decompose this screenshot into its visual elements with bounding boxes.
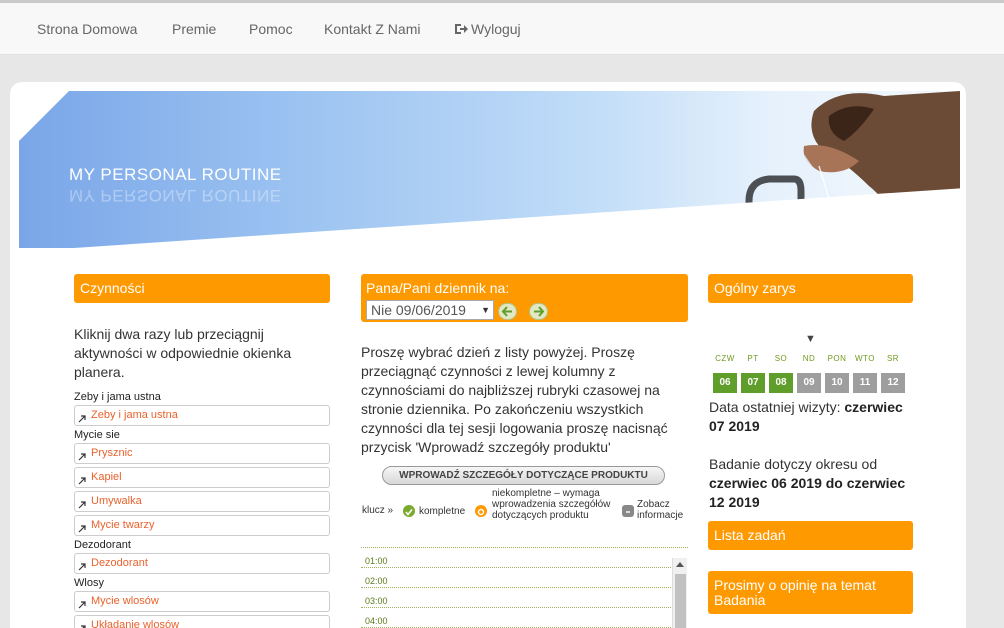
timeline-scrollbar[interactable] xyxy=(672,558,687,628)
complete-check-icon xyxy=(403,505,415,517)
logout-icon xyxy=(455,24,468,34)
activity-item-shower[interactable]: Prysznic xyxy=(74,443,330,464)
date-select[interactable]: Nie 09/06/2019 ▼ xyxy=(366,300,494,320)
activity-label: Mycie wlosów xyxy=(91,595,159,607)
legend-complete-label: kompletne xyxy=(419,506,466,517)
drag-arrow-icon xyxy=(78,415,86,423)
prev-day-button[interactable] xyxy=(498,303,517,320)
drag-arrow-icon xyxy=(78,453,86,461)
activity-item-washbasin[interactable]: Umywalka xyxy=(74,491,330,512)
overview-header: Ogólny zarys xyxy=(708,274,913,303)
day-box[interactable]: 06 xyxy=(713,373,737,393)
study-period-value: czerwiec 06 2019 do czerwiec 12 2019 xyxy=(709,475,906,510)
time-slot[interactable]: 02:00 xyxy=(361,568,671,588)
activity-label: Dezodorant xyxy=(91,557,148,569)
arrow-right-icon xyxy=(534,306,545,317)
day-box[interactable]: 08 xyxy=(769,373,793,393)
legend-key-label: klucz » xyxy=(362,505,394,516)
drag-arrow-icon xyxy=(78,525,86,533)
last-visit-info: Data ostatniej wizyty: czerwiec 07 2019 xyxy=(709,398,919,436)
group-label-deodorant: Dezodorant xyxy=(74,539,131,551)
activity-label: Kapiel xyxy=(91,471,122,483)
diary-header: Pana/Pani dziennik na: Nie 09/06/2019 ▼ xyxy=(361,274,688,322)
last-visit-label: Data ostatniej wizyty: xyxy=(709,399,841,415)
drag-arrow-icon xyxy=(78,477,86,485)
diary-timeline: 01:00 02:00 03:00 04:00 xyxy=(361,547,688,628)
activity-label: Układanie wlosów xyxy=(91,619,180,628)
diary-header-label: Pana/Pani dziennik na: xyxy=(366,280,510,296)
activity-item-deodorant[interactable]: Dezodorant xyxy=(74,553,330,574)
top-navbar: Strona Domowa Premie Pomoc Kontakt Z Nam… xyxy=(0,0,1004,55)
activity-item-bath[interactable]: Kapiel xyxy=(74,467,330,488)
drag-arrow-icon xyxy=(81,625,86,628)
day-box[interactable]: 11 xyxy=(853,373,877,393)
study-period-info: Badanie dotyczy okresu od czerwiec 06 20… xyxy=(709,455,919,512)
current-day-pointer-icon: ▼ xyxy=(805,333,816,345)
info-icon xyxy=(622,505,634,517)
drag-arrow-icon xyxy=(78,563,86,571)
drag-arrow-icon xyxy=(78,601,86,609)
banner-title: MY PERSONAL ROUTINE xyxy=(69,165,282,184)
chevron-down-icon: ▼ xyxy=(481,305,490,315)
incomplete-icon xyxy=(475,505,487,517)
activity-label: Umywalka xyxy=(91,495,142,507)
nav-home-link[interactable]: Strona Domowa xyxy=(37,21,137,37)
activity-item-teeth[interactable]: Zeby i jama ustna xyxy=(74,405,330,426)
drag-arrow-icon xyxy=(78,501,86,509)
scroll-up-arrow-icon[interactable] xyxy=(676,562,684,567)
activity-label: Prysznic xyxy=(91,447,133,459)
day-label: ND xyxy=(802,354,816,363)
day-box[interactable]: 10 xyxy=(825,373,849,393)
survey-feedback-header[interactable]: Prosimy o opinię na temat Badania xyxy=(708,571,913,614)
nav-bonuses-link[interactable]: Premie xyxy=(172,21,216,37)
activity-item-hair-wash[interactable]: Mycie wlosów xyxy=(74,591,330,612)
activity-label: Mycie twarzy xyxy=(91,519,155,531)
activities-intro: Kliknij dwa razy lub przeciągnij aktywno… xyxy=(74,326,292,380)
day-label: WTO xyxy=(854,354,875,363)
activity-item-face-wash[interactable]: Mycie twarzy xyxy=(74,515,330,536)
nav-logout-link[interactable]: Wyloguj xyxy=(454,21,521,37)
group-label-washing: Mycie sie xyxy=(74,429,120,441)
diary-instructions: Proszę wybrać dzień z listy powyżej. Pro… xyxy=(361,344,668,455)
activity-item-hair-styling[interactable]: Układanie wlosów xyxy=(74,615,330,628)
group-label-hair: Wlosy xyxy=(74,577,104,589)
day-label: SR xyxy=(886,354,900,363)
activity-label: Zeby i jama ustna xyxy=(91,409,178,421)
nav-contact-link[interactable]: Kontakt Z Nami xyxy=(324,21,420,37)
nav-help-link[interactable]: Pomoc xyxy=(249,21,293,37)
task-list-header[interactable]: Lista zadań xyxy=(708,521,913,550)
legend-incomplete-label: niekompletne – wymaga wprowadzenia szcze… xyxy=(492,488,611,521)
day-box[interactable]: 09 xyxy=(797,373,821,393)
day-box[interactable]: 07 xyxy=(741,373,765,393)
date-select-value: Nie 09/06/2019 xyxy=(371,302,466,318)
banner-title-reflection: MY PERSONAL ROUTINE xyxy=(69,186,282,205)
time-slot[interactable]: 04:00 xyxy=(361,608,671,628)
study-period-label: Badanie dotyczy okresu od xyxy=(709,456,878,472)
scroll-thumb[interactable] xyxy=(675,574,686,628)
group-label-teeth: Zeby i jama ustna xyxy=(74,391,161,403)
day-label: PON xyxy=(827,354,847,363)
time-slot[interactable]: 03:00 xyxy=(361,588,671,608)
enter-product-details-button[interactable]: WPROWADŹ SZCZEGÓŁY DOTYCZĄCE PRODUKTU xyxy=(382,466,665,485)
next-day-button[interactable] xyxy=(529,303,548,320)
arrow-left-icon xyxy=(501,306,512,317)
time-slot[interactable]: 01:00 xyxy=(361,548,671,568)
day-box[interactable]: 12 xyxy=(881,373,905,393)
legend-info-label: Zobacz informacje xyxy=(637,499,684,521)
logout-label: Wyloguj xyxy=(471,21,521,37)
day-label: PT xyxy=(747,354,759,363)
activities-header: Czynności xyxy=(74,274,330,303)
day-label: CZW xyxy=(715,354,735,363)
day-label: SO xyxy=(774,354,788,363)
